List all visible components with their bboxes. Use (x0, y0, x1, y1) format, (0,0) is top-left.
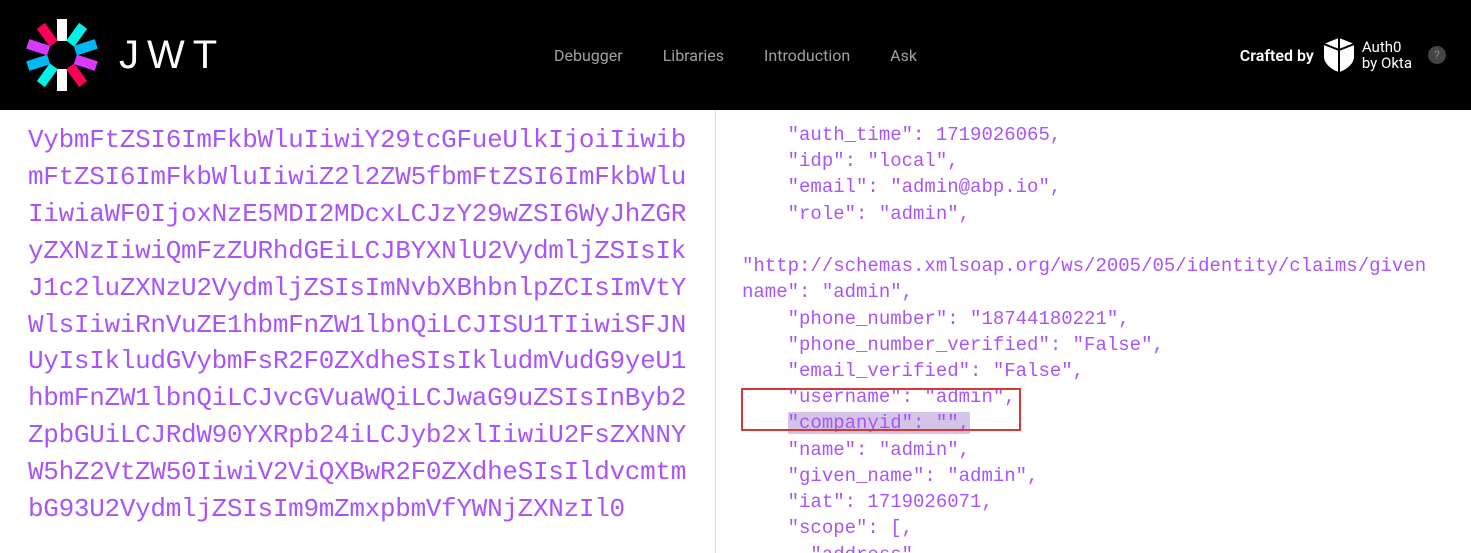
content-area: VybmFtZSI6ImFkbWluIiwiY29tcGFueUlkIjoiIi… (0, 110, 1471, 553)
auth0-okta-logo[interactable]: Auth0 by Okta (1324, 38, 1412, 72)
crafted-by: Crafted by (1240, 38, 1446, 72)
header: JWT Debugger Libraries Introduction Ask … (0, 0, 1471, 110)
nav-libraries[interactable]: Libraries (663, 46, 724, 65)
nav-ask[interactable]: Ask (890, 46, 917, 65)
encoded-token-pane[interactable]: VybmFtZSI6ImFkbWluIiwiY29tcGFueUlkIjoiIi… (0, 110, 716, 553)
shield-icon (1324, 38, 1354, 72)
main-nav: Debugger Libraries Introduction Ask (554, 46, 917, 65)
jwt-logo-icon (25, 18, 99, 92)
nav-introduction[interactable]: Introduction (764, 46, 850, 65)
logo[interactable]: JWT (25, 18, 225, 92)
logo-text: JWT (119, 33, 225, 78)
nav-debugger[interactable]: Debugger (554, 46, 623, 65)
help-icon[interactable]: ? (1428, 46, 1446, 64)
okta-text: Auth0 by Okta (1362, 39, 1412, 72)
auth0-label: Auth0 (1362, 39, 1412, 56)
decoded-payload-text: "auth_time": 1719026065, "idp": "local",… (742, 122, 1443, 553)
decoded-payload-pane[interactable]: "auth_time": 1719026065, "idp": "local",… (716, 110, 1471, 553)
crafted-by-label: Crafted by (1240, 46, 1314, 65)
by-okta-label: by Okta (1362, 55, 1412, 72)
encoded-token-text: VybmFtZSI6ImFkbWluIiwiY29tcGFueUlkIjoiIi… (28, 122, 687, 528)
